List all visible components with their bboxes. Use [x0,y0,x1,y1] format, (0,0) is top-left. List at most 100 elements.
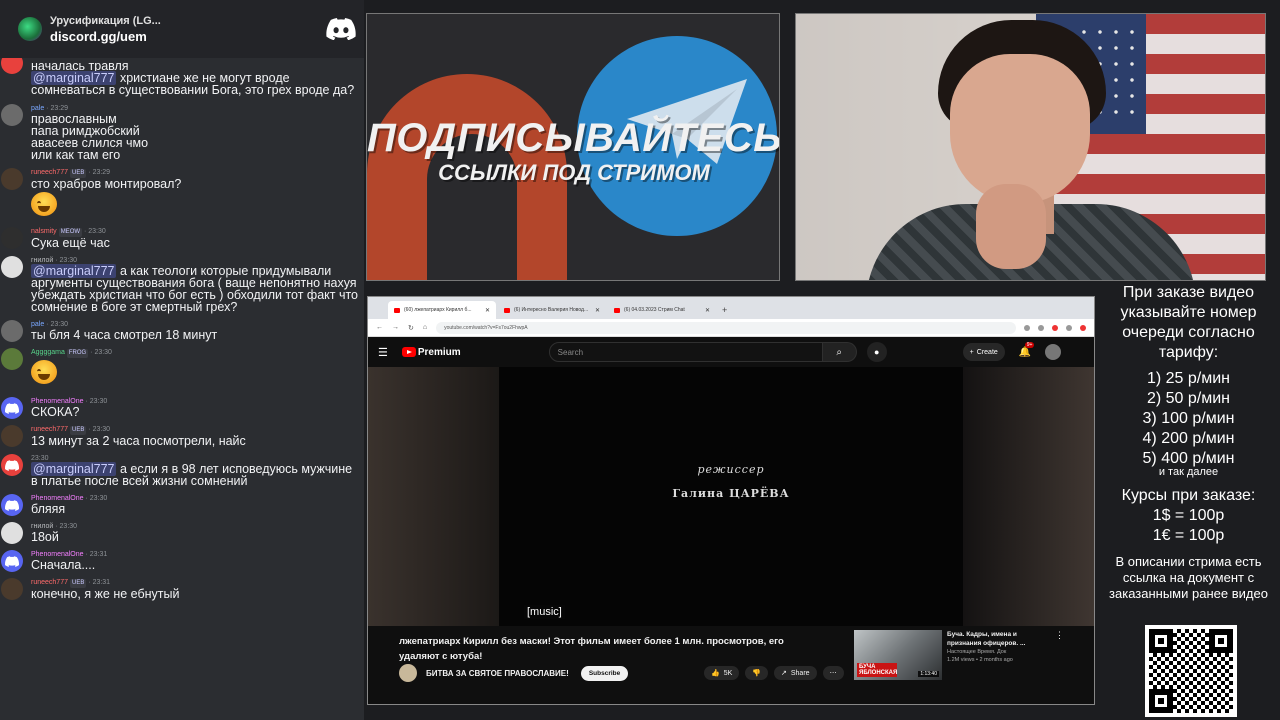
chat-message: runeech777 UEB · 23:31 конечно, я же не е… [0,578,364,600]
profile-icon[interactable] [1080,324,1086,331]
chat-message: runeech777 UEB · 23:29 сто храбров монтир… [0,168,364,221]
youtube-favicon-icon [614,307,620,313]
timestamp: 23:30 [59,257,78,264]
timestamp: 23:30 [92,426,111,433]
timestamp: 23:31 [92,579,111,586]
channel-name[interactable]: БИТВА ЗА СВЯТОЕ ПРАВОСЛАВИЕ! [426,669,569,678]
extension-icon[interactable] [1052,324,1058,331]
tariff-item: 4) 200 р/мин [1142,430,1235,447]
related-title[interactable]: Буча. Кадры, имена и признания офицеров.… [947,630,1047,648]
new-tab-button[interactable]: + [722,301,727,319]
notifications-bell-icon[interactable]: 🔔 9+ [1019,341,1035,358]
webcam-feed [795,13,1266,281]
chat-message: pale · 23:30 ты бля 4 часа смотрел 18 ми… [0,320,364,342]
message-text: @marginal777 а как теологи которые приду… [31,264,359,314]
search-input[interactable]: Search [548,342,823,362]
browser-tab[interactable]: (60) лжепатриарх Кирилл б... ✕ [388,301,496,319]
credit-role: режиссер [697,463,765,476]
username: pale [31,321,45,328]
thumbs-down-icon: 👎 [752,670,761,677]
avatar [1,578,23,600]
video-player[interactable]: режиссер Галина ЦАРЁВА [music] [368,367,1094,626]
youtube-logo[interactable]: Premium [401,347,461,358]
tariff-item: 2) 50 р/мин [1146,390,1231,407]
browser-window: (60) лжепатриарх Кирилл б... ✕ (6) Интере… [367,296,1095,705]
streamer-hand [976,184,1046,269]
message-text: Сука ещё час [31,236,110,250]
browser-tab[interactable]: (6) 04.03.2023 Стрим Chat ✕ [608,301,716,319]
related-channel: Настоящее Время. Док [947,649,1007,655]
avatar [1,227,23,249]
order-instructions: При заказе видео указывайте номер очеред… [1120,284,1257,361]
promo-title: ПОДПИСЫВАЙТЕСЬ [367,116,780,160]
share-button[interactable]: ↗ Share [774,666,817,680]
search-button[interactable]: ⌕ [822,342,857,362]
related-video[interactable]: БУЧА ЯБЛОНСКАЯ 1:13:40 Буча. Кадры, имен… [854,630,1064,680]
video-frame[interactable]: режиссер Галина ЦАРЁВА [music] [499,367,963,626]
invite-link[interactable]: discord.gg/uem [50,29,326,44]
timestamp: 23:29 [92,169,111,176]
subscribe-button[interactable]: Subscribe [580,665,629,681]
pricing-panel: При заказе видео указывайте номер очеред… [1097,282,1280,720]
timestamp: 23:30 [88,228,106,235]
timestamp: 23:30 [31,455,49,462]
avatar [1,397,23,419]
reload-icon[interactable]: ↻ [408,324,414,332]
avatar [1,320,23,342]
qr-code-icon [1149,629,1233,713]
home-icon[interactable]: ⌂ [423,324,427,331]
timestamp: 23:30 [59,523,78,530]
youtube-favicon-icon [504,307,510,313]
message-text: @marginal777 а если я в 98 лет исповедую… [31,462,353,488]
youtube-header: ☰ Premium Search ⌕ ● + Create 🔔 9+ [368,337,1094,367]
video-duration: 1:13:40 [918,671,939,677]
message-meta: PhenomenalOne · 23:30 [31,398,108,405]
avatar[interactable] [399,664,417,682]
description-note: В описании стрима есть ссылка на докумен… [1109,554,1268,601]
forward-icon[interactable]: → [392,324,399,331]
chat-message: PhenomenalOne · 23:30 бляяя [0,494,364,516]
chat-message: PhenomenalOne · 23:30 СКОКА? [0,397,364,419]
address-bar: ← → ↻ ⌂ youtube.com/watch?v=Fs7ou2FhwpA [368,319,1094,337]
create-button[interactable]: + Create [962,343,1005,361]
server-name: Урусификация (LG... [50,14,161,27]
message-list: началась травля @marginal777 христиане ж… [0,52,364,600]
more-options-button[interactable]: ⋯ [822,666,844,680]
chat-message: @marginal777 христиане же не могут вроде… [0,71,364,96]
streamer-face [950,54,1090,204]
extension-icon[interactable] [1038,324,1044,331]
qr-code [1145,625,1237,717]
url-field[interactable]: youtube.com/watch?v=Fs7ou2FhwpA [436,321,1016,334]
username: гнилой [31,523,54,530]
video-title: лжепатриарх Кирилл без маски! Этот фильм… [399,636,784,662]
rates-heading: Курсы при заказе: [1121,487,1256,504]
credit-name: Галина ЦАРЁВА [672,487,790,500]
timestamp: 23:30 [89,398,108,405]
username: Aggggama [31,349,65,356]
menu-icon[interactable]: ☰ [378,346,388,359]
browser-tab[interactable]: (6) Интересно Валерия Новод... ✕ [498,301,606,319]
chat-message: PhenomenalOne · 23:31 Сначала.... [0,550,364,572]
discord-logo-icon [326,18,356,40]
avatar [1,522,23,544]
chat-header: Урусификация (LG... discord.gg/uem [0,0,364,58]
extension-icon[interactable] [1024,324,1030,331]
timestamp: 23:30 [50,321,68,328]
message-text: Сначала.... [31,558,96,572]
youtube-play-icon [401,347,416,357]
close-icon: ✕ [704,307,710,314]
extension-icon[interactable] [1066,324,1072,331]
avatar [1,425,23,447]
chat-message: 23:30 @marginal777 а если я в 98 лет исп… [0,454,364,487]
username: PhenomenalOne [31,495,84,502]
dislike-button[interactable]: 👎 [745,666,768,680]
back-icon[interactable]: ← [376,324,383,331]
related-thumbnail[interactable]: БУЧА ЯБЛОНСКАЯ 1:13:40 [854,630,942,680]
microphone-icon[interactable]: ● [866,342,887,362]
avatar [1,494,23,516]
avatar[interactable] [1045,344,1062,360]
subscribe-promo-banner: ПОДПИСЫВАЙТЕСЬ ССЫЛКИ ПОД СТРИМОМ [366,13,780,281]
like-button[interactable]: 👍 5K [704,666,740,680]
chat-message: nalsmity MEOW · 23:30 Сука ещё час [0,227,364,249]
more-vert-icon[interactable]: ⋮ [1055,630,1064,680]
